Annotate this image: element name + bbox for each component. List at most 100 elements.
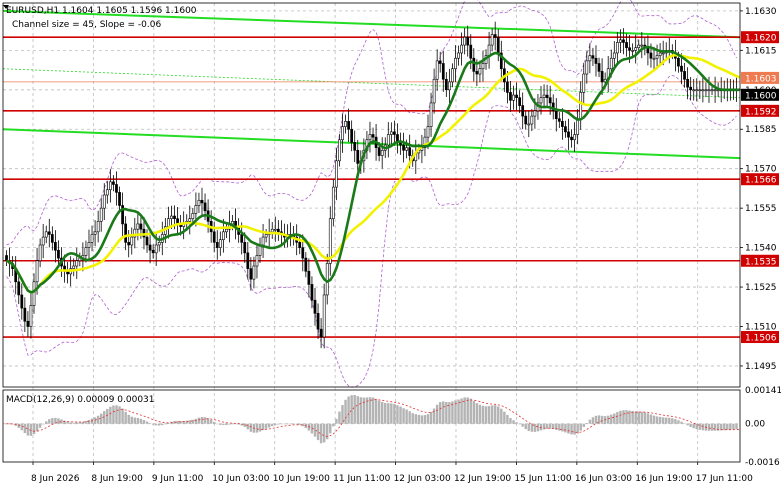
candle-body bbox=[371, 134, 375, 138]
macd-bar bbox=[701, 423, 705, 431]
candle-body bbox=[585, 60, 589, 75]
macd-bar bbox=[8, 423, 11, 425]
macd-bar bbox=[564, 423, 567, 433]
macd-bar bbox=[524, 423, 527, 430]
macd-bar bbox=[634, 411, 637, 424]
candle-body bbox=[661, 52, 665, 55]
x-tick-label: 12 Jun 19:00 bbox=[454, 474, 511, 484]
candle-body bbox=[548, 97, 552, 104]
macd-bar bbox=[610, 414, 613, 424]
macd-bar bbox=[442, 401, 445, 424]
candle-body bbox=[689, 86, 693, 91]
candle-body bbox=[325, 263, 329, 296]
candle-body bbox=[136, 223, 140, 230]
price-axis: 1.1630 1.1615 1.1600 1.1585 1.1570 1.1555 1.15… bbox=[740, 7, 777, 372]
candle-body bbox=[567, 131, 570, 138]
candle-body bbox=[212, 231, 216, 243]
macd-bar bbox=[677, 420, 680, 424]
y-tick-label: 1.1585 bbox=[745, 125, 777, 135]
macd-bar bbox=[17, 423, 20, 428]
candle-body bbox=[609, 57, 613, 70]
candle-body bbox=[469, 44, 473, 59]
time-axis: 8 Jun 2026 8 Jun 19:00 9 Jun 11:00 10 Jun 0… bbox=[31, 462, 753, 484]
macd-bar bbox=[591, 417, 595, 424]
macd-bar bbox=[112, 405, 115, 424]
macd-bar bbox=[145, 421, 149, 424]
candle-body bbox=[582, 73, 586, 93]
y-tick-label: 1.1615 bbox=[745, 46, 777, 56]
macd-bar bbox=[472, 400, 476, 424]
macd-bar bbox=[729, 423, 732, 430]
macd-bar bbox=[518, 423, 521, 425]
price-labels: 1.1620 1.1592 1.1566 1.1535 1.1506 1.1603 1.16… bbox=[741, 31, 779, 344]
candle-body bbox=[276, 228, 280, 233]
chart-grid bbox=[3, 3, 740, 462]
candle-body bbox=[701, 89, 705, 92]
candle-body bbox=[273, 228, 277, 231]
candle-body bbox=[35, 260, 39, 283]
macd-bar bbox=[66, 421, 69, 424]
candle-body bbox=[197, 199, 201, 206]
macd-bar bbox=[209, 419, 213, 424]
candle-body bbox=[649, 52, 653, 59]
macd-bar bbox=[723, 423, 726, 431]
candle-body bbox=[634, 47, 638, 51]
candle-body bbox=[545, 94, 549, 98]
macd-bar bbox=[96, 415, 100, 424]
level-label: 1.1592 bbox=[745, 107, 777, 117]
macd-bar bbox=[161, 423, 164, 426]
candle-body bbox=[335, 160, 338, 188]
macd-bar bbox=[387, 403, 390, 424]
candle-body bbox=[594, 57, 598, 64]
candle-body bbox=[475, 71, 479, 75]
y-tick-label: 1.1540 bbox=[745, 244, 777, 254]
macd-bar bbox=[539, 423, 543, 431]
candle-body bbox=[344, 121, 347, 127]
macd-bar bbox=[710, 423, 714, 431]
macd-bar bbox=[234, 423, 237, 425]
macd-bar bbox=[23, 423, 27, 434]
macd-bar bbox=[148, 423, 152, 424]
candle-body bbox=[435, 60, 439, 80]
candle-body bbox=[521, 105, 525, 117]
macd-bar bbox=[399, 406, 402, 424]
macd-bar bbox=[176, 420, 179, 424]
y-tick-label: 1.1570 bbox=[745, 165, 777, 175]
macd-bar bbox=[732, 423, 735, 430]
candle-body bbox=[588, 55, 592, 62]
macd-bar bbox=[280, 423, 283, 425]
macd-bar bbox=[322, 423, 326, 443]
candle-body bbox=[188, 218, 192, 222]
candle-body bbox=[319, 328, 323, 338]
macd-bar bbox=[78, 422, 82, 424]
candle-body bbox=[255, 255, 259, 267]
macd-bar bbox=[487, 406, 491, 424]
candle-body bbox=[487, 44, 491, 56]
macd-bar bbox=[289, 423, 292, 425]
candle-body bbox=[713, 89, 717, 92]
candle-body bbox=[527, 123, 531, 126]
candle-body bbox=[75, 260, 79, 267]
macd-bar bbox=[579, 423, 582, 431]
macd-bar bbox=[503, 411, 506, 424]
macd-bar bbox=[292, 423, 295, 425]
candle-body bbox=[597, 63, 601, 72]
candle-body bbox=[173, 215, 176, 219]
candle-body bbox=[29, 305, 33, 327]
ma-fast-line bbox=[5, 45, 740, 294]
candle-body bbox=[454, 57, 457, 70]
macd-bar bbox=[264, 423, 268, 429]
candle-body bbox=[619, 39, 622, 43]
x-tick-label: 11 Jun 11:00 bbox=[333, 474, 390, 484]
candle-body bbox=[512, 94, 515, 101]
candle-body bbox=[203, 202, 207, 212]
macd-bar bbox=[197, 417, 201, 424]
candle-body bbox=[481, 63, 485, 70]
candle-body bbox=[347, 121, 350, 130]
macd-bar bbox=[118, 406, 121, 424]
macd-bar bbox=[38, 423, 42, 428]
macd-bar bbox=[20, 423, 24, 431]
candle-body bbox=[105, 189, 109, 196]
macd-bar bbox=[429, 411, 433, 424]
candle-body bbox=[368, 134, 372, 141]
